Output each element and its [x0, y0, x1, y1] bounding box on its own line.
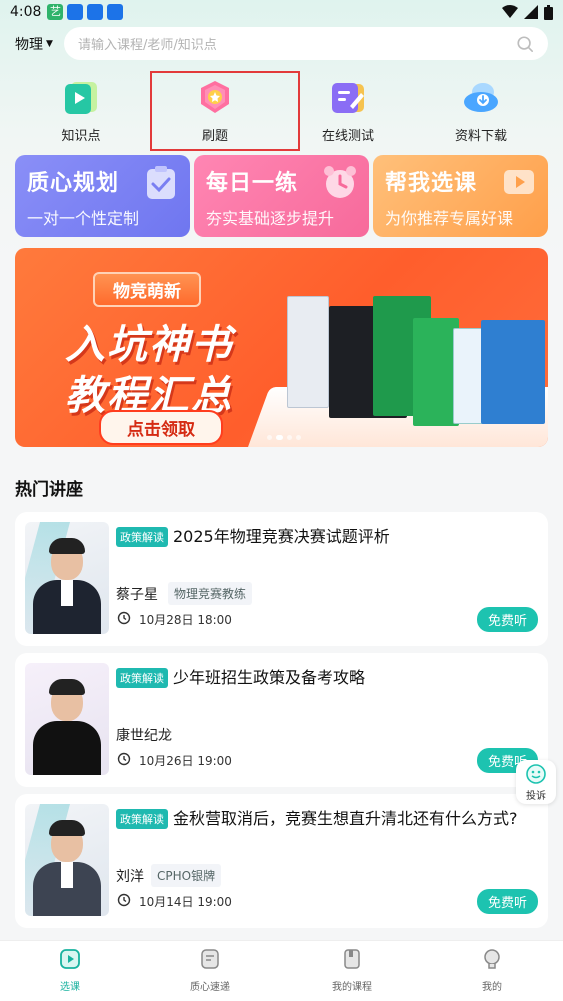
subject-label: 物理 — [15, 37, 43, 53]
lecture-tag: 政策解读 — [116, 809, 168, 829]
tab-label: 选课 — [60, 982, 80, 993]
tab-express[interactable]: 质心速递 — [140, 947, 280, 993]
smiley-icon — [526, 764, 546, 784]
chat-notes-icon — [201, 949, 219, 969]
paw-notification-icon — [107, 4, 124, 20]
paw-notification-icon — [67, 4, 84, 20]
search-row: 物理 ▼ 请输入课程/老师/知识点 — [0, 27, 563, 61]
status-time: 4:08 — [10, 4, 42, 20]
book-icon — [344, 949, 360, 969]
signal-icon — [524, 5, 538, 19]
teacher-photo — [25, 663, 109, 775]
lecture-card[interactable]: 政策解读 2025年物理竞赛决赛试题评析 蔡子星 物理竞赛教练 10月28日 1… — [15, 512, 548, 646]
clipboard-check-icon — [147, 166, 175, 199]
clock-icon — [117, 752, 131, 766]
carousel-dot[interactable] — [267, 435, 272, 440]
carousel-dot[interactable] — [296, 435, 301, 440]
carousel-dot[interactable] — [287, 435, 292, 440]
teacher-name: 蔡子星 — [116, 587, 158, 603]
promo-banner[interactable]: 物竞萌新 入坑神书 教程汇总 点击领取 — [15, 248, 548, 447]
quick-nav-label: 在线测试 — [321, 129, 374, 144]
wifi-icon — [502, 5, 518, 18]
search-placeholder: 请输入课程/老师/知识点 — [78, 38, 217, 53]
quick-nav-online-test[interactable]: 在线测试 — [298, 78, 398, 144]
profile-icon — [484, 949, 500, 969]
banner-headline: 入坑神书 — [65, 322, 233, 368]
tab-courses[interactable]: 选课 — [0, 947, 140, 993]
caret-down-icon: ▼ — [46, 39, 53, 49]
free-listen-button[interactable]: 免费听 — [476, 889, 538, 914]
teacher-photo — [25, 522, 109, 634]
clock-icon — [117, 893, 131, 907]
complaint-label: 投诉 — [526, 791, 546, 802]
feature-card-subtitle: 为你推荐专属好课 — [385, 209, 514, 228]
carousel-dots — [267, 435, 301, 440]
section-title: 热门讲座 — [15, 480, 83, 500]
tab-label: 我的课程 — [332, 982, 372, 993]
paw-notification-icon — [87, 4, 104, 20]
banner-tagline: 物竞萌新 — [93, 272, 201, 307]
free-listen-button[interactable]: 免费听 — [476, 607, 538, 632]
feature-card-planning[interactable]: 质心规划 一对一个性定制 — [15, 155, 190, 237]
feature-card-daily[interactable]: 每日一练 夯实基础逐步提升 — [194, 155, 369, 237]
test-icon — [332, 83, 364, 113]
battery-icon — [544, 4, 553, 20]
lecture-title: 金秋营取消后，竞赛生想直升清北还有什么方式? — [173, 809, 518, 828]
lecture-card[interactable]: 政策解读 少年班招生政策及备考攻略 康世纪龙 10月26日 19:00 免费听 — [15, 653, 548, 787]
lecture-title: 2025年物理竞赛决赛试题评析 — [173, 527, 390, 546]
knowledge-icon — [65, 82, 97, 114]
lecture-card[interactable]: 政策解读 金秋营取消后，竞赛生想直升清北还有什么方式? 刘洋 CPHO银牌 10… — [15, 794, 548, 928]
alarm-clock-icon — [324, 166, 356, 198]
tab-label: 质心速递 — [190, 982, 230, 993]
banner-cta-button[interactable]: 点击领取 — [99, 410, 223, 445]
highlight-box — [150, 71, 300, 151]
video-play-icon — [504, 170, 534, 194]
search-icon[interactable] — [516, 35, 534, 53]
search-input[interactable]: 请输入课程/老师/知识点 — [64, 27, 548, 60]
lecture-tag: 政策解读 — [116, 527, 168, 547]
teacher-name: 刘洋 — [116, 869, 144, 885]
tab-my-courses[interactable]: 我的课程 — [282, 947, 422, 993]
feature-card-subtitle: 夯实基础逐步提升 — [206, 209, 335, 228]
complaint-button[interactable]: 投诉 — [516, 760, 556, 804]
lecture-tag: 政策解读 — [116, 668, 168, 688]
feature-card-choose[interactable]: 帮我选课 为你推荐专属好课 — [373, 155, 548, 237]
teacher-role-badge: 物理竞赛教练 — [168, 582, 253, 605]
clock-icon — [117, 611, 131, 625]
book-cover — [481, 320, 545, 424]
teacher-name: 康世纪龙 — [116, 728, 172, 744]
quick-nav-knowledge[interactable]: 知识点 — [31, 78, 131, 144]
lecture-time: 10月26日 19:00 — [139, 754, 232, 768]
teacher-role-badge: CPHO银牌 — [151, 864, 222, 887]
bottom-nav: 选课 质心速递 我的课程 我的 — [0, 940, 563, 1001]
lecture-time: 10月14日 19:00 — [139, 895, 232, 909]
quick-nav-download[interactable]: 资料下载 — [431, 78, 531, 144]
play-course-icon — [60, 949, 80, 969]
quick-nav-label: 知识点 — [61, 129, 101, 144]
carousel-dot[interactable] — [276, 435, 283, 440]
book-cover — [287, 296, 329, 408]
tab-profile[interactable]: 我的 — [422, 947, 562, 993]
quick-nav-label: 资料下载 — [454, 129, 507, 144]
lecture-title: 少年班招生政策及备考攻略 — [173, 668, 366, 687]
lecture-time: 10月28日 18:00 — [139, 613, 232, 627]
teacher-photo — [25, 804, 109, 916]
feature-card-subtitle: 一对一个性定制 — [27, 209, 140, 228]
tab-label: 我的 — [482, 982, 502, 993]
subject-selector[interactable]: 物理 ▼ — [15, 34, 53, 54]
app-notification-icon: 艺 — [47, 4, 64, 20]
cloud-download-icon — [464, 83, 498, 112]
status-bar: 4:08 艺 — [0, 0, 563, 24]
